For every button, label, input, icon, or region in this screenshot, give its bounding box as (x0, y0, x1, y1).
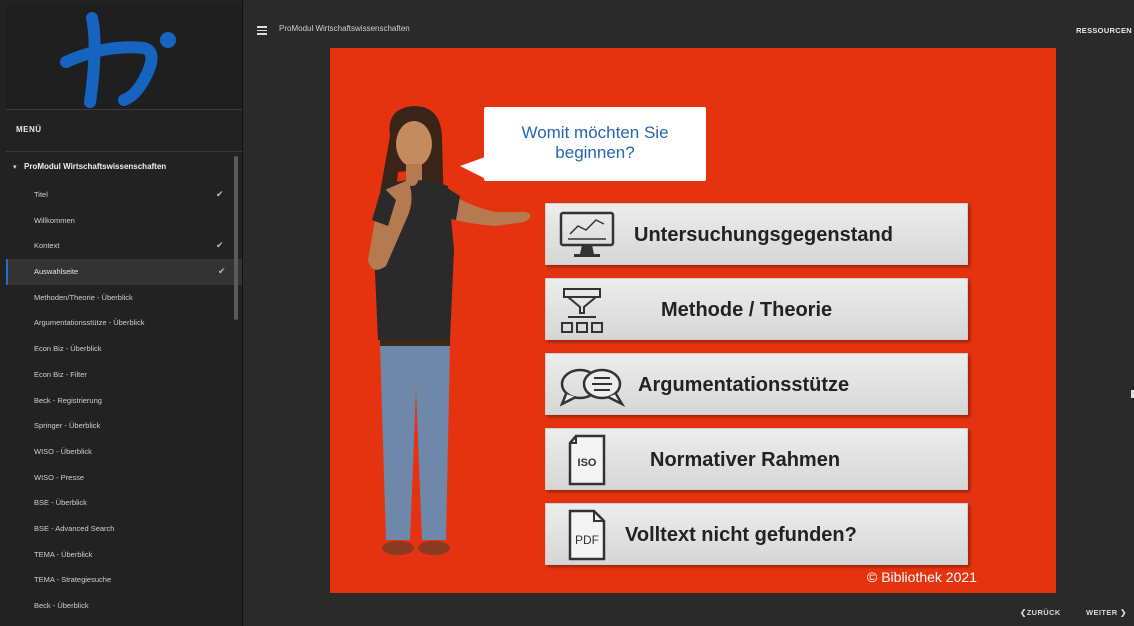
copyright-text: © Bibliothek 2021 (867, 569, 977, 585)
menu-item-methoden-theorie[interactable]: Methoden/Theorie - Überblick (6, 285, 242, 311)
slide-stage: Womit möchten Sie beginnen? Untersuchung… (330, 48, 1056, 593)
menu-item-tema-strategiesuche[interactable]: TEMA - Strategiesuche (6, 567, 242, 593)
checkmark-icon: ✔ (216, 189, 224, 199)
caret-down-icon: ▾ (13, 164, 17, 171)
option-label: Argumentationsstütze (638, 374, 850, 396)
funnel-boxes-icon (561, 288, 603, 333)
speech-bubble: Womit möchten Sie beginnen? (484, 107, 706, 181)
option-label: Untersuchungsgegenstand (634, 224, 893, 246)
speech-bubbles-icon (559, 368, 626, 408)
svg-text:ISO: ISO (578, 457, 597, 469)
menu-item-wiso-ueberblick[interactable]: WISO - Überblick (6, 439, 242, 465)
menu-item-springer-ueberblick[interactable]: Springer - Überblick (6, 413, 242, 439)
menu-title: MENÜ (16, 125, 42, 134)
menu-item-argumentationsstuetze[interactable]: Argumentationsstütze - Überblick (6, 310, 242, 336)
hamburger-menu-icon[interactable] (257, 26, 267, 37)
logo-area (6, 6, 242, 110)
option-label: Volltext nicht gefunden? (625, 524, 857, 546)
menu-item-econbiz-ueberblick[interactable]: Econ Biz - Überblick (6, 336, 242, 362)
iso-document-icon: ISO (568, 434, 606, 486)
menu-item-auswahlseite[interactable]: Auswahlseite ✔ (6, 259, 242, 285)
menu-item-tema-ueberblick[interactable]: TEMA - Überblick (6, 542, 242, 568)
menu-item-titel[interactable]: Titel ✔ (6, 182, 242, 208)
menu-header: MENÜ (6, 110, 242, 152)
option-label: Methode / Theorie (661, 299, 833, 321)
option-methode-theorie-button[interactable]: Methode / Theorie (545, 278, 968, 340)
speech-bubble-text: Womit möchten Sie beginnen? (521, 123, 669, 162)
th-logo-icon (60, 12, 176, 108)
back-label: ZURÜCK (1026, 608, 1061, 617)
next-label: WEITER (1086, 608, 1118, 617)
sidebar: MENÜ ▾ ProModul Wirtschaftswissenschafte… (0, 0, 243, 626)
menu-item-wiso-presse[interactable]: WISO - Presse (6, 465, 242, 491)
menu-item-beck-ueberblick[interactable]: Beck - Überblick (6, 593, 242, 619)
menu-item-econbiz-filter[interactable]: Econ Biz - Filter (6, 362, 242, 388)
course-title: ProModul Wirtschaftswissenschaften (279, 24, 410, 33)
checkmark-icon: ✔ (218, 266, 226, 277)
option-normativer-rahmen-button[interactable]: ISO Normativer Rahmen (545, 428, 968, 490)
option-volltext-nicht-gefunden-button[interactable]: PDF Volltext nicht gefunden? (545, 503, 968, 565)
svg-text:PDF: PDF (575, 533, 599, 547)
option-untersuchungsgegenstand-button[interactable]: Untersuchungsgegenstand (545, 203, 968, 265)
chevron-left-icon: ❮ (1020, 608, 1027, 617)
option-label: Normativer Rahmen (650, 449, 841, 471)
option-argumentationsstuetze-button[interactable]: Argumentationsstütze (545, 353, 968, 415)
top-bar: ProModul Wirtschaftswissenschaften RESSO… (243, 0, 1134, 44)
menu-section-promodul[interactable]: ▾ ProModul Wirtschaftswissenschaften (6, 152, 242, 182)
next-button[interactable]: WEITER ❯ (1086, 608, 1127, 617)
menu-item-willkommen[interactable]: Willkommen (6, 208, 242, 234)
menu-item-kontext[interactable]: Kontext ✔ (6, 233, 242, 259)
back-button[interactable]: ❮ZURÜCK (1020, 608, 1061, 617)
menu-item-beck-registrierung[interactable]: Beck - Registrierung (6, 388, 242, 414)
menu-item-bse-advanced-search[interactable]: BSE - Advanced Search (6, 516, 242, 542)
checkmark-icon: ✔ (216, 240, 224, 251)
monitor-chart-icon (559, 211, 615, 257)
pdf-document-icon: PDF (568, 509, 606, 561)
app-window: MENÜ ▾ ProModul Wirtschaftswissenschafte… (0, 0, 1134, 626)
chevron-right-icon: ❯ (1120, 608, 1127, 617)
menu-item-bse-ueberblick[interactable]: BSE - Überblick (6, 490, 242, 516)
menu-section-label: ProModul Wirtschaftswissenschaften (24, 162, 167, 171)
menu-list: ▾ ProModul Wirtschaftswissenschaften Tit… (6, 152, 242, 619)
resources-button[interactable]: RESSOURCEN (1076, 26, 1132, 35)
sidebar-scrollbar[interactable] (234, 156, 238, 320)
